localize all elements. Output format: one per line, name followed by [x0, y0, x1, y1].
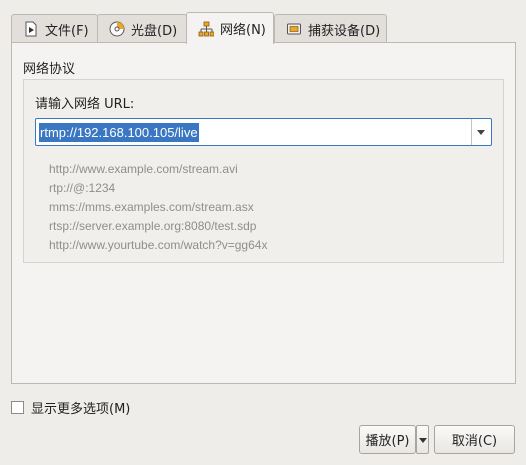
group-title: 网络协议 [23, 62, 76, 77]
url-label: 请输入网络 URL: [35, 97, 135, 112]
disc-icon [109, 21, 125, 37]
more-options-label: 显示更多选项(M) [31, 402, 131, 417]
tab-disc-label: 光盘(D) [131, 23, 178, 39]
chevron-down-icon[interactable] [471, 119, 491, 145]
tab-file[interactable]: 文件(F) [11, 14, 98, 43]
network-icon [198, 21, 215, 37]
example-url: mms://mms.examples.com/stream.asx [49, 200, 254, 214]
more-options-checkbox[interactable] [11, 401, 24, 414]
tab-capture-device[interactable]: 捕获设备(D) [274, 14, 387, 43]
cancel-button[interactable]: 取消(C) [434, 425, 515, 454]
play-button[interactable]: 播放(P) [359, 425, 416, 454]
example-url: rtp://@:1234 [49, 181, 116, 195]
file-icon [23, 21, 39, 37]
example-url: rtsp://server.example.org:8080/test.sdp [49, 219, 257, 233]
network-protocol-group: 请输入网络 URL: rtmp://192.168.100.105/live h… [23, 79, 504, 263]
play-dropdown-chevron-down-icon[interactable] [416, 425, 429, 454]
more-options[interactable]: 显示更多选项(M) [11, 398, 130, 417]
example-url: http://www.example.com/stream.avi [49, 162, 238, 176]
url-examples: http://www.example.com/stream.avi rtp://… [49, 160, 267, 255]
tab-disc[interactable]: 光盘(D) [97, 14, 187, 43]
play-button-label: 播放(P) [365, 434, 410, 449]
network-panel: 网络协议 请输入网络 URL: rtmp://192.168.100.105/l… [11, 42, 516, 384]
url-input-value[interactable]: rtmp://192.168.100.105/live [39, 123, 199, 142]
tab-network-label: 网络(N) [220, 23, 266, 38]
capture-device-icon [286, 21, 302, 37]
tab-bar: 文件(F) 光盘(D) 网络(N) 捕获设备(D) [11, 12, 516, 44]
tab-network[interactable]: 网络(N) [186, 12, 274, 44]
example-url: http://www.yourtube.com/watch?v=gg64x [49, 238, 268, 252]
tab-file-label: 文件(F) [45, 23, 89, 39]
cancel-button-label: 取消(C) [451, 434, 498, 449]
url-combobox[interactable]: rtmp://192.168.100.105/live [35, 118, 492, 146]
tab-capture-device-label: 捕获设备(D) [308, 23, 381, 39]
